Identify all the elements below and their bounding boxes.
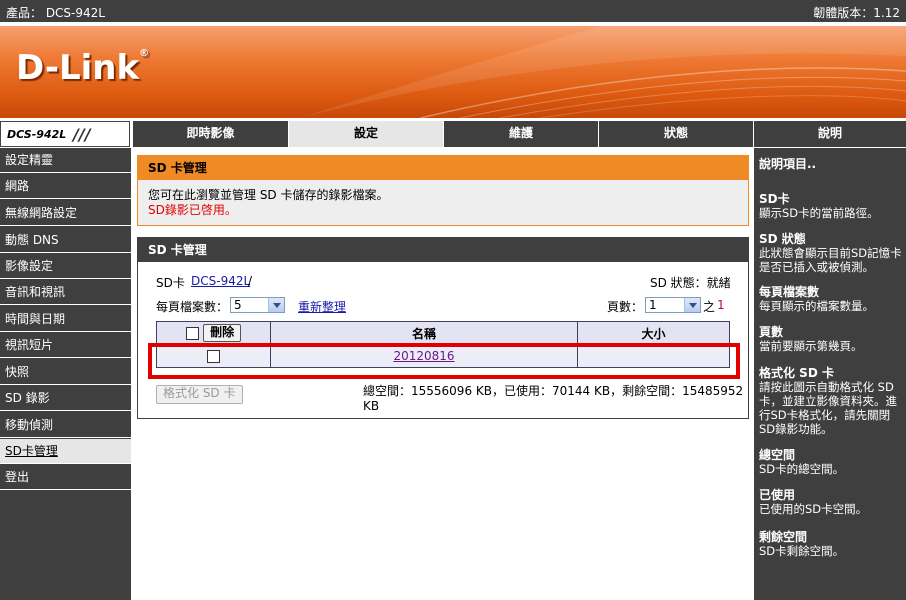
sidebar-item-audio-video[interactable]: 音訊和視訊 bbox=[0, 280, 131, 305]
recording-warning: SD錄影已啓用。 bbox=[148, 203, 237, 217]
tab-help[interactable]: 說明 bbox=[753, 121, 906, 147]
help-entry-title: 頁數 bbox=[759, 325, 784, 339]
help-entry: 頁數 當前要顯示第幾頁。 bbox=[759, 325, 903, 353]
sidebar-item-ddns[interactable]: 動態 DNS bbox=[0, 228, 131, 253]
firmware-label: 韌體版本：1.12 bbox=[813, 6, 900, 20]
per-page-select[interactable]: 5 bbox=[230, 297, 285, 313]
highlight-box bbox=[148, 343, 740, 379]
sd-panel-title: SD 卡管理 bbox=[138, 238, 748, 262]
sidebar-item-sd-recording[interactable]: SD 錄影 bbox=[0, 386, 131, 411]
main-nav: DCS-942L /// 即時影像 設定 維護 狀態 說明 bbox=[0, 121, 906, 147]
table-header-row: 刪除 名稱 大小 bbox=[156, 321, 730, 345]
brand-banner: D-Link® bbox=[0, 26, 906, 118]
help-entry-desc: 已使用的SD卡空間。 bbox=[759, 502, 868, 516]
help-entry-title: 格式化 SD 卡 bbox=[759, 366, 834, 380]
help-entry-title: 剩餘空間 bbox=[759, 530, 808, 544]
help-entry: 每頁檔案數 每頁顯示的檔案數量。 bbox=[759, 285, 903, 313]
select-all-checkbox[interactable] bbox=[185, 326, 199, 340]
format-sd-button[interactable]: 格式化 SD 卡 bbox=[156, 385, 243, 404]
help-entry: 已使用 已使用的SD卡空間。 bbox=[759, 488, 903, 516]
help-entry-title: 總空間 bbox=[759, 448, 796, 462]
help-entry-title: 每頁檔案數 bbox=[759, 285, 820, 299]
help-entry-desc: SD卡的總空間。 bbox=[759, 462, 845, 476]
help-entry: SD 狀態 此狀態會顯示目前SD記憶卡是否已插入或被偵測。 bbox=[759, 232, 903, 274]
page-select[interactable]: 1 bbox=[645, 297, 701, 313]
tab-setup[interactable]: 設定 bbox=[288, 121, 443, 147]
sidebar-item-network[interactable]: 網路 bbox=[0, 174, 131, 199]
help-entry-title: SD 狀態 bbox=[759, 232, 806, 246]
help-entry-title: 已使用 bbox=[759, 488, 796, 502]
tab-live-video[interactable]: 即時影像 bbox=[132, 121, 288, 147]
refresh-link[interactable]: 重新整理 bbox=[298, 298, 346, 315]
model-slashes: /// bbox=[73, 125, 91, 144]
sidebar-item-motion-detection[interactable]: 移動偵測 bbox=[0, 413, 131, 438]
sidebar-item-snapshot[interactable]: 快照 bbox=[0, 360, 131, 385]
sidebar-item-wizard[interactable]: 設定精靈 bbox=[0, 148, 131, 173]
delete-button[interactable]: 刪除 bbox=[203, 324, 242, 342]
help-entry: 剩餘空間 SD卡剩餘空間。 bbox=[759, 530, 903, 558]
sidebar-item-sd-management[interactable]: SD卡管理 bbox=[0, 439, 131, 464]
sd-path-link[interactable]: DCS-942L bbox=[191, 274, 250, 288]
sidebar-item-time-date[interactable]: 時間與日期 bbox=[0, 307, 131, 332]
chevron-down-icon bbox=[268, 298, 284, 312]
help-title: 說明項目.. bbox=[759, 157, 817, 171]
sd-management-panel: SD 卡管理 SD卡 DCS-942L / SD 狀態：就緒 每頁檔案數： 5 … bbox=[137, 237, 749, 419]
help-entry-desc: 當前要顯示第幾頁。 bbox=[759, 339, 863, 353]
top-info-bar: 產品： DCS-942L 韌體版本：1.12 bbox=[0, 0, 906, 22]
space-info: 總空間：15556096 KB，已使用：70144 KB，剩餘空間：154859… bbox=[363, 384, 744, 413]
sd-label: SD卡 bbox=[156, 276, 185, 290]
sidebar-item-wireless[interactable]: 無線網路設定 bbox=[0, 201, 131, 226]
help-entry-title: SD卡 bbox=[759, 192, 790, 206]
tab-status[interactable]: 狀態 bbox=[598, 121, 753, 147]
sd-path-separator: / bbox=[248, 274, 253, 288]
sidebar-item-video-clip[interactable]: 視訊短片 bbox=[0, 333, 131, 358]
chevron-down-icon bbox=[684, 298, 700, 312]
help-entry-desc: 請按此圖示自動格式化 SD 卡，並建立影像資料夾。進行SD卡格式化，請先關閉SD… bbox=[759, 380, 897, 436]
model-label: DCS-942L bbox=[7, 128, 67, 141]
intro-panel-title: SD 卡管理 bbox=[138, 156, 748, 180]
help-entry: 總空間 SD卡的總空間。 bbox=[759, 448, 903, 476]
per-page-label: 每頁檔案數： bbox=[156, 300, 229, 314]
help-entry-desc: 顯示SD卡的當前路徑。 bbox=[759, 206, 879, 220]
help-entry: 格式化 SD 卡 請按此圖示自動格式化 SD 卡，並建立影像資料夾。進行SD卡格… bbox=[759, 366, 903, 436]
intro-panel: SD 卡管理 您可在此瀏覽並管理 SD 卡儲存的錄影檔案。 SD錄影已啓用。 bbox=[137, 155, 749, 226]
model-badge: DCS-942L /// bbox=[0, 121, 130, 147]
size-column-header: 大小 bbox=[577, 321, 730, 345]
page-total: 1 bbox=[717, 298, 725, 312]
name-column-header: 名稱 bbox=[270, 321, 578, 345]
sidebar-item-image[interactable]: 影像設定 bbox=[0, 254, 131, 279]
page-label: 頁數： bbox=[607, 300, 644, 314]
help-entry-desc: 此狀態會顯示目前SD記憶卡是否已插入或被偵測。 bbox=[759, 246, 902, 274]
sidebar-item-logout[interactable]: 登出 bbox=[0, 465, 131, 490]
page-of-label: 之 bbox=[703, 300, 716, 314]
dlink-logo: D-Link® bbox=[16, 48, 150, 88]
help-entry-desc: SD卡剩餘空間。 bbox=[759, 544, 845, 558]
select-delete-header: 刪除 bbox=[156, 321, 271, 345]
help-entry: SD卡 顯示SD卡的當前路徑。 bbox=[759, 192, 903, 220]
tab-maintenance[interactable]: 維護 bbox=[443, 121, 598, 147]
product-label: 產品： DCS-942L bbox=[6, 6, 105, 20]
sd-status: SD 狀態：就緒 bbox=[650, 276, 731, 290]
help-panel: 說明項目.. SD卡 顯示SD卡的當前路徑。 SD 狀態 此狀態會顯示目前SD記… bbox=[754, 148, 906, 600]
help-entry-desc: 每頁顯示的檔案數量。 bbox=[759, 299, 874, 313]
sidebar: 設定精靈 網路 無線網路設定 動態 DNS 影像設定 音訊和視訊 時間與日期 視… bbox=[0, 148, 131, 600]
